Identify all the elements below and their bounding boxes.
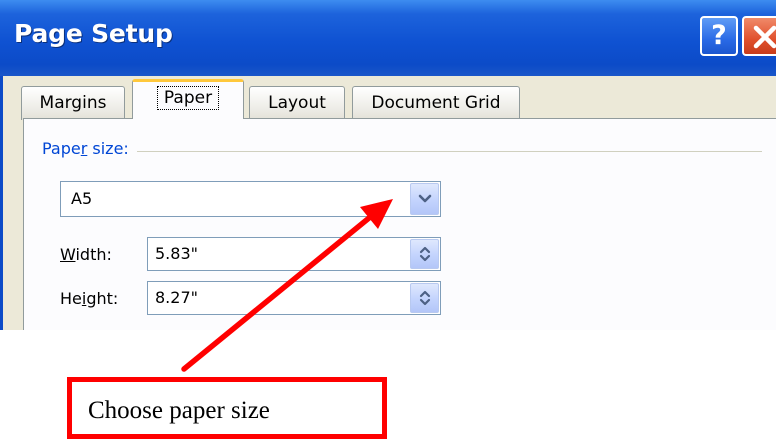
tab-paper[interactable]: Paper: [132, 79, 244, 119]
tab-margins[interactable]: Margins: [21, 86, 125, 120]
help-button[interactable]: ?: [700, 16, 738, 56]
paper-size-group-label: Paper size:: [42, 139, 137, 158]
tab-document-grid[interactable]: Document Grid: [352, 86, 520, 120]
spin-arrows-icon: [419, 290, 431, 306]
close-icon: [753, 25, 776, 49]
tab-label: Margins: [39, 93, 107, 113]
chevron-down-icon: [418, 194, 432, 203]
dialog-title: Page Setup: [14, 19, 173, 48]
height-input[interactable]: 8.27": [147, 281, 441, 315]
tab-label: Paper: [156, 86, 220, 110]
tab-label: Layout: [268, 93, 326, 113]
close-button[interactable]: [742, 16, 776, 56]
paper-tab-panel: Paper size: A5 Width: 5.83" Height: 8.27…: [23, 118, 776, 330]
annotation-callout: Choose paper size: [67, 377, 387, 439]
tab-label: Document Grid: [371, 93, 501, 113]
paper-size-dropdown[interactable]: A5: [60, 181, 441, 217]
height-spinner[interactable]: [410, 283, 439, 313]
screenshot: Page Setup ? Margins Paper Layout Docume…: [0, 0, 776, 441]
spin-arrows-icon: [419, 246, 431, 262]
dialog-body: Margins Paper Layout Document Grid Paper…: [0, 76, 776, 330]
height-value: 8.27": [155, 288, 198, 307]
paper-size-value: A5: [71, 189, 93, 208]
width-value: 5.83": [155, 244, 198, 263]
title-bar[interactable]: Page Setup ?: [0, 0, 776, 76]
tab-layout[interactable]: Layout: [249, 86, 345, 120]
help-icon: ?: [711, 20, 727, 51]
callout-text: Choose paper size: [88, 397, 270, 424]
width-label: Width:: [60, 245, 112, 264]
height-label: Height:: [60, 289, 119, 308]
width-input[interactable]: 5.83": [147, 237, 441, 271]
width-spinner[interactable]: [410, 239, 439, 269]
group-divider: [42, 151, 762, 152]
page-setup-dialog: Page Setup ? Margins Paper Layout Docume…: [0, 0, 776, 330]
paper-size-dropdown-button[interactable]: [410, 183, 439, 215]
